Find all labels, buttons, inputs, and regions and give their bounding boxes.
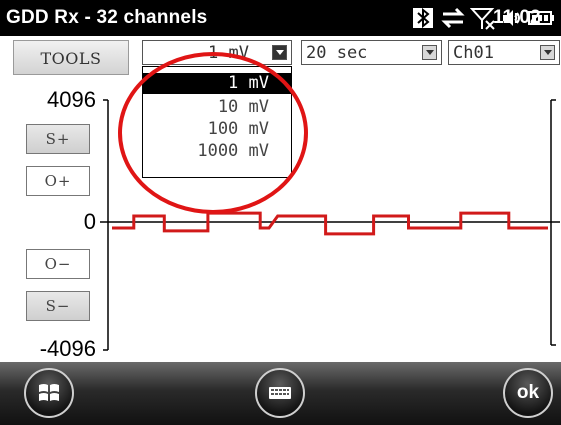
ok-button-label: ok [516,382,540,403]
offset-up-button[interactable]: O+ [26,166,90,196]
y-min-label: -4096 [39,336,96,361]
ok-button[interactable]: ok [503,368,553,418]
start-button[interactable] [24,368,74,418]
offset-down-button[interactable]: O− [26,249,90,279]
signal-trace [112,211,548,236]
keyboard-icon [269,387,291,399]
windows-flag-icon [39,384,59,401]
y-zero-label: 0 [83,209,96,234]
scale-dropdown-list: 1 mV 10 mV 100 mV 1000 mV [142,66,292,178]
scale-up-button[interactable]: S+ [26,124,90,154]
dropdown-option-10mv[interactable]: 10 mV [143,97,291,118]
scale-down-button[interactable]: S− [26,291,90,321]
y-max-label: 4096 [47,87,96,112]
dropdown-option-1000mv[interactable]: 1000 mV [143,141,291,162]
dropdown-option-1mv[interactable]: 1 mV [143,73,291,94]
dropdown-option-100mv[interactable]: 100 mV [143,119,291,140]
keyboard-button[interactable] [255,368,305,418]
